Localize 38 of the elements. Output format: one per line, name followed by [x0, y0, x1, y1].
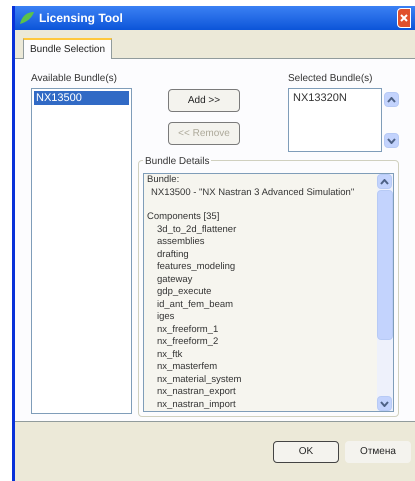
- component-name: nx_material_system: [156, 374, 242, 386]
- list-item[interactable]: NX13320N: [291, 91, 379, 105]
- down-arrow-icon[interactable]: [384, 133, 399, 148]
- list-label: Available Bundle(s): [31, 72, 118, 86]
- dialog-button[interactable]: OK: [273, 440, 339, 462]
- component-name: nx_nastran_export: [156, 386, 237, 398]
- list-box[interactable]: NX13320N: [288, 88, 382, 152]
- scroll-thumb[interactable]: [377, 190, 393, 340]
- action-button[interactable]: Add >>: [168, 89, 240, 112]
- component-name: gdp_execute: [156, 286, 212, 298]
- tab[interactable]: Bundle Selection: [23, 38, 112, 59]
- component-name: features_modeling: [156, 261, 236, 274]
- scrollbar[interactable]: [377, 174, 393, 411]
- component-name: 3d_to_2d_flattener: [156, 224, 238, 236]
- up-arrow-icon[interactable]: [384, 92, 399, 107]
- component-name: assemblies: [156, 236, 206, 248]
- component-name: nx_freeform_2: [156, 336, 220, 348]
- list-box[interactable]: NX13500: [31, 88, 132, 414]
- component-name: nx_nastran_import: [156, 398, 237, 411]
- component-name: nx_freeform_1: [156, 324, 220, 336]
- window-title: Licensing Tool: [39, 10, 123, 27]
- dialog-button[interactable]: Отмена: [345, 440, 411, 462]
- component-name: nx_masterfem: [156, 361, 218, 374]
- list-label: Selected Bundle(s): [288, 72, 374, 86]
- list-item[interactable]: NX13500: [34, 91, 129, 105]
- component-name: iges: [156, 311, 176, 324]
- component-name: id_ant_fem_beam: [156, 298, 234, 311]
- up-arrow-icon[interactable]: [377, 174, 392, 189]
- component-name: nx_ftk: [156, 348, 184, 361]
- close-icon: [400, 14, 408, 22]
- details-text: NX13500 - "NX Nastran 3 Advanced Simulation": [150, 186, 356, 199]
- leaf-icon: [19, 11, 35, 25]
- details-text: Components [35]: [147, 211, 220, 224]
- close-button[interactable]: [397, 8, 411, 28]
- details-text: Bundle:: [147, 174, 180, 186]
- component-name: drafting: [156, 248, 190, 261]
- down-arrow-icon[interactable]: [377, 396, 392, 411]
- component-name: gateway: [156, 274, 194, 286]
